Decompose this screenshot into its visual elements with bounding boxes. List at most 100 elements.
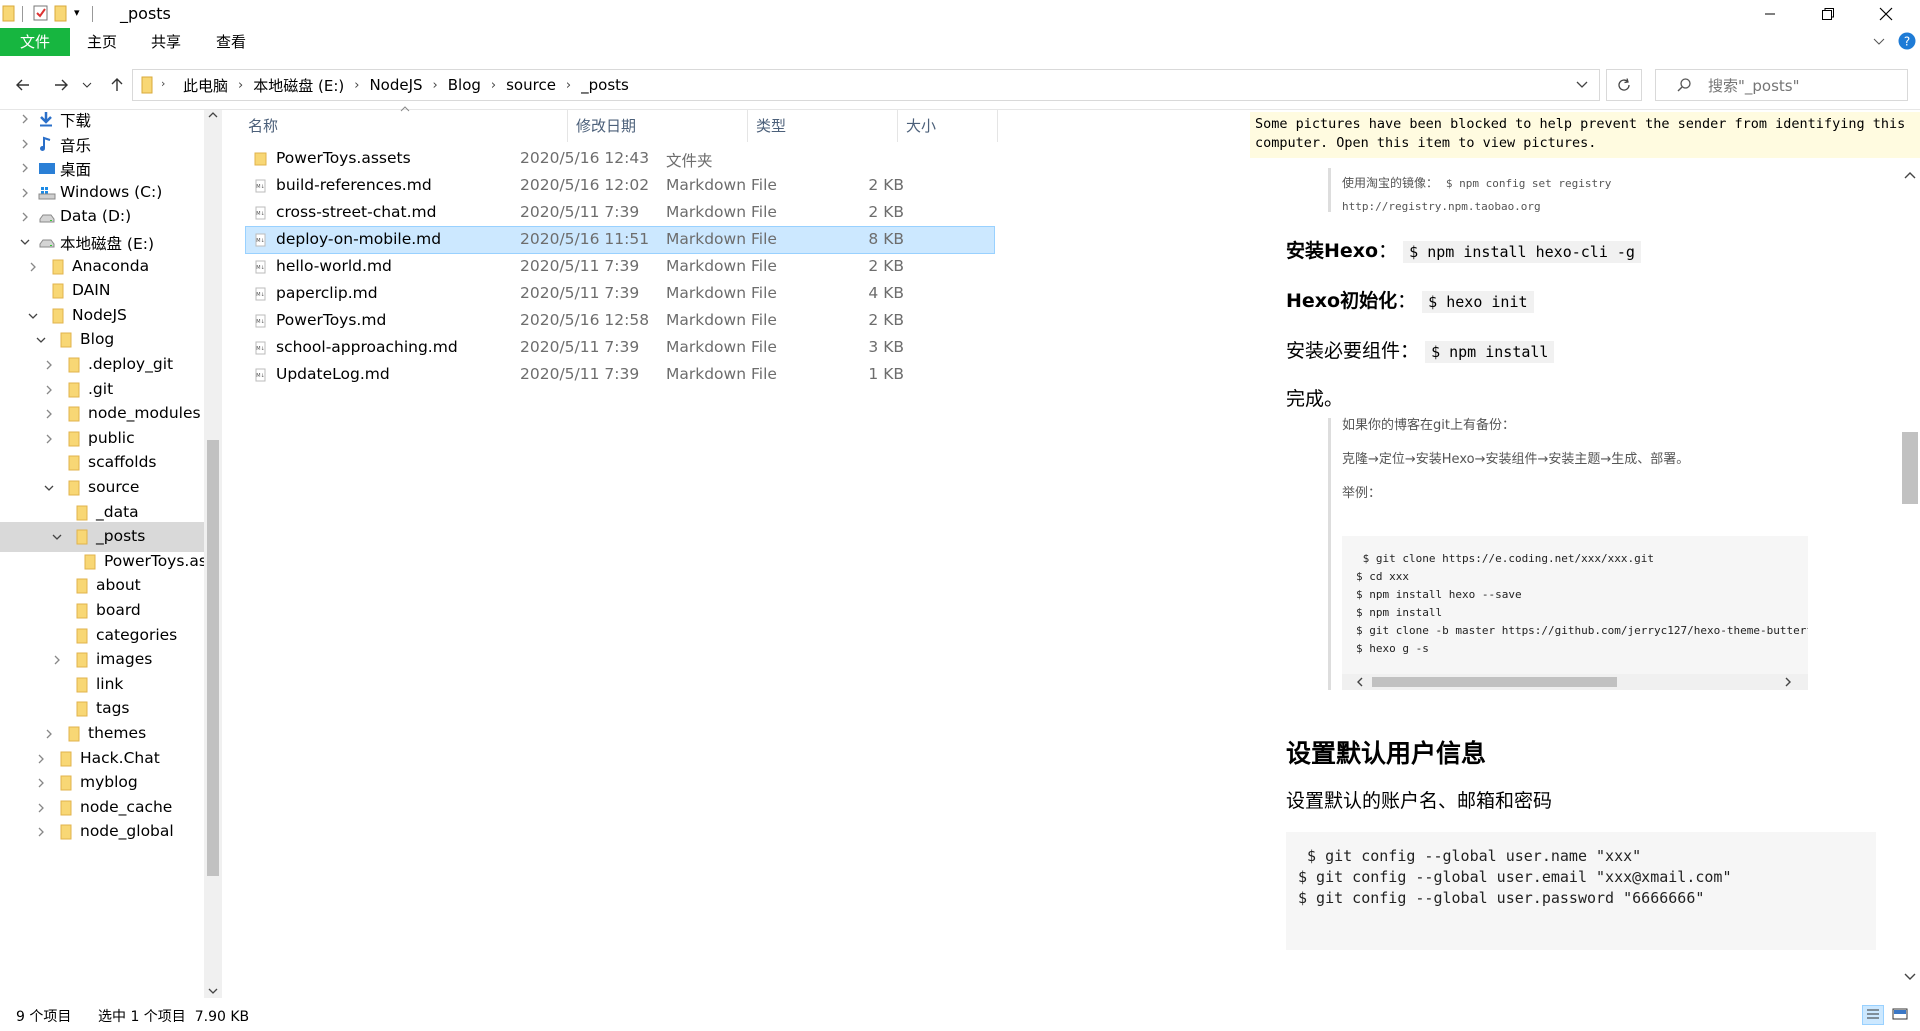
chevron-right-icon[interactable] (42, 383, 56, 397)
chevron-down-icon[interactable] (26, 309, 40, 323)
column-header-name[interactable]: 名称 (240, 110, 568, 142)
address-dropdown-icon[interactable] (1575, 79, 1589, 91)
chevron-right-icon[interactable] (34, 776, 48, 790)
chevron-right-icon[interactable]: › (429, 78, 442, 93)
file-name: school-approaching.md (276, 338, 458, 356)
nav-scrollbar[interactable] (204, 110, 222, 998)
folder-icon (74, 529, 92, 545)
chevron-down-icon[interactable] (34, 333, 48, 347)
chevron-right-icon[interactable] (34, 825, 48, 839)
breadcrumb-source[interactable]: source (500, 76, 562, 94)
up-button[interactable] (104, 72, 130, 98)
chevron-right-icon[interactable] (26, 260, 40, 274)
scroll-left-icon[interactable] (1356, 676, 1364, 688)
scroll-up-icon[interactable] (1904, 170, 1916, 180)
back-button[interactable] (10, 72, 36, 98)
breadcrumb: 此电脑 › 本地磁盘 (E:) › NodeJS › Blog › source… (177, 70, 635, 100)
nav-item[interactable]: node_global (0, 817, 205, 847)
chevron-right-icon[interactable] (18, 137, 32, 151)
markdown-file-icon: M↓ (254, 368, 268, 382)
chevron-right-icon[interactable] (42, 407, 56, 421)
properties-icon[interactable] (33, 4, 49, 22)
refresh-button[interactable] (1606, 69, 1642, 101)
markdown-preview: 使用淘宝的镜像： $ npm config set registry http:… (1250, 158, 1900, 998)
details-view-button[interactable] (1862, 1005, 1884, 1025)
chevron-down-icon[interactable] (42, 481, 56, 495)
tab-view[interactable]: 查看 (198, 28, 264, 56)
code-line: $ hexo g -s (1356, 642, 1429, 655)
close-button[interactable] (1857, 0, 1915, 28)
preview-scrollbar[interactable] (1900, 168, 1920, 998)
chevron-right-icon[interactable]: › (350, 78, 363, 93)
code-block-lines: $ git config --global user.name "xxx" $ g… (1298, 846, 1731, 909)
code-block: $ git clone https://e.coding.net/xxx/xxx… (1342, 536, 1808, 690)
chevron-right-icon[interactable] (50, 653, 64, 667)
breadcrumb-nodejs[interactable]: NodeJS (363, 76, 428, 94)
scroll-down-icon[interactable] (1904, 972, 1916, 982)
breadcrumb-this-pc[interactable]: 此电脑 (177, 75, 234, 96)
quote-command: $ npm config set registry (1445, 177, 1612, 190)
column-header-date[interactable]: 修改日期 (568, 110, 748, 142)
download-icon (38, 111, 56, 127)
chevron-down-icon[interactable] (50, 530, 64, 544)
chevron-down-icon[interactable] (18, 235, 32, 249)
chevron-right-icon[interactable] (18, 161, 32, 175)
folder-icon (58, 800, 76, 816)
file-row[interactable]: M↓ hello-world.md 2020/5/11 7:39 Markdown F… (246, 254, 994, 280)
code-block: $ git config --global user.name "xxx" $ g… (1286, 832, 1876, 950)
chevron-right-icon[interactable] (42, 358, 56, 372)
breadcrumb-posts[interactable]: _posts (575, 76, 635, 94)
chevron-right-icon[interactable] (18, 186, 32, 200)
expand-ribbon-icon[interactable] (1872, 34, 1886, 48)
file-type: Markdown File (666, 365, 777, 383)
file-row[interactable]: M↓ school-approaching.md 2020/5/11 7:39 Mar… (246, 335, 994, 361)
chevron-right-icon[interactable] (18, 210, 32, 224)
scroll-up-icon[interactable] (208, 110, 218, 122)
tab-home[interactable]: 主页 (70, 28, 134, 56)
file-row[interactable]: M↓ cross-street-chat.md 2020/5/11 7:39 Mark… (246, 200, 994, 226)
column-header-type[interactable]: 类型 (748, 110, 898, 142)
chevron-right-icon[interactable] (18, 112, 32, 126)
large-icons-view-button[interactable] (1890, 1005, 1912, 1025)
file-row[interactable]: M↓ build-references.md 2020/5/16 12:02 Mark… (246, 173, 994, 199)
search-box[interactable] (1655, 69, 1908, 101)
new-folder-icon[interactable] (54, 4, 68, 22)
address-bar[interactable]: › 此电脑 › 本地磁盘 (E:) › NodeJS › Blog › sour… (132, 69, 1600, 101)
code-block-lines: $ git clone https://e.coding.net/xxx/xxx… (1356, 550, 1808, 658)
chevron-right-icon[interactable]: › (161, 77, 165, 90)
scroll-right-icon[interactable] (1784, 676, 1792, 688)
chevron-right-icon[interactable] (34, 801, 48, 815)
chevron-right-icon[interactable] (42, 727, 56, 741)
minimize-button[interactable] (1741, 0, 1799, 28)
breadcrumb-drive-e[interactable]: 本地磁盘 (E:) (247, 75, 350, 96)
scroll-down-icon[interactable] (208, 984, 218, 998)
preview-scrollbar-thumb[interactable] (1902, 432, 1918, 504)
nav-scrollbar-thumb[interactable] (207, 440, 219, 876)
search-input[interactable] (1706, 76, 1900, 96)
forward-button[interactable] (48, 72, 74, 98)
chevron-right-icon[interactable] (42, 432, 56, 446)
code-scrollbar-thumb[interactable] (1372, 677, 1617, 687)
chevron-right-icon[interactable]: › (234, 78, 247, 93)
quick-access-dropdown-icon[interactable]: ▾ (74, 6, 80, 19)
file-name: deploy-on-mobile.md (276, 230, 442, 248)
chevron-right-icon[interactable]: › (562, 78, 575, 93)
nav-item-label: source (88, 478, 140, 496)
file-row[interactable]: PowerToys.assets 2020/5/16 12:43 文件夹 (246, 146, 994, 172)
breadcrumb-blog[interactable]: Blog (442, 76, 487, 94)
recent-locations-button[interactable] (80, 72, 94, 98)
tab-share[interactable]: 共享 (134, 28, 198, 56)
file-row[interactable]: M↓ PowerToys.md 2020/5/16 12:58 Markdown Fi… (246, 308, 994, 334)
maximize-button[interactable] (1799, 0, 1857, 28)
help-icon[interactable]: ? (1898, 32, 1916, 50)
blocked-pictures-infobar[interactable]: Some pictures have been blocked to help … (1250, 112, 1920, 158)
file-row[interactable]: M↓ paperclip.md 2020/5/11 7:39 Markdown Fil… (246, 281, 994, 307)
file-row[interactable]: M↓ deploy-on-mobile.md 2020/5/16 11:51 Mark… (245, 226, 995, 254)
nav-item-label: myblog (80, 773, 138, 792)
file-row[interactable]: M↓ UpdateLog.md 2020/5/11 7:39 Markdown Fil… (246, 362, 994, 388)
column-header-size[interactable]: 大小 (898, 110, 998, 142)
tab-file[interactable]: 文件 (0, 28, 70, 56)
code-horizontal-scrollbar[interactable] (1342, 674, 1808, 690)
chevron-right-icon[interactable]: › (487, 78, 500, 93)
chevron-right-icon[interactable] (34, 752, 48, 766)
